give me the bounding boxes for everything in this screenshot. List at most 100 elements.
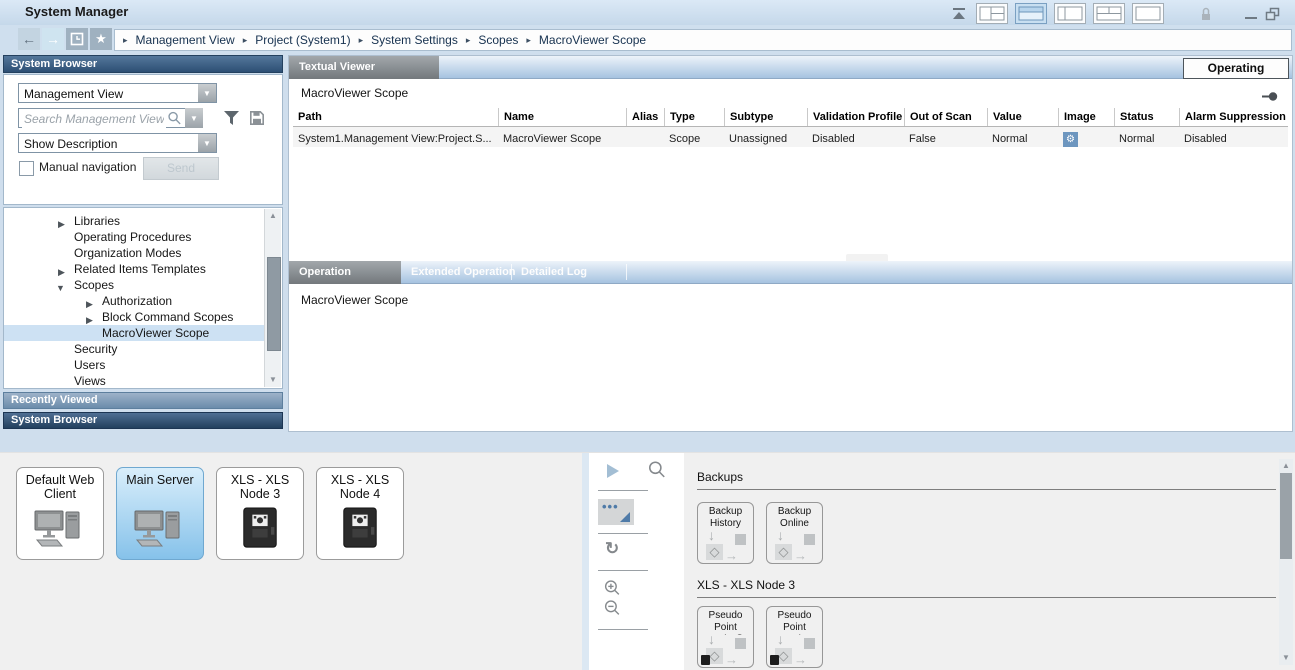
column-header[interactable]: Value [987,108,1058,126]
node-xls-node-4[interactable]: XLS - XLS Node 4 [316,467,404,560]
app-title: System Manager [25,4,128,19]
minimize-icon[interactable] [1244,8,1258,20]
column-header[interactable]: Alias [626,108,664,126]
scrollbar-thumb[interactable] [267,257,281,351]
restore-icon[interactable] [1265,7,1281,21]
column-header[interactable]: Type [664,108,724,126]
card-backup-online[interactable]: Backup Online ↓ ◇ → [766,502,823,564]
content-scrollbar[interactable]: ▲ ▼ [1279,459,1293,665]
chevron-down-icon[interactable]: ▼ [198,84,216,102]
table-row[interactable]: System1.Management View:Project.S... Mac… [293,127,1288,147]
tree-item-authorization[interactable]: ▶Authorization [4,293,264,309]
cell-path: System1.Management View:Project.S... [293,127,498,147]
breadcrumb-separator-icon: ▸ [243,35,248,46]
card-backup-history[interactable]: Backup History ↓ ◇ → [697,502,754,564]
cell-value: Normal [987,127,1058,147]
node-main-server[interactable]: Main Server [116,467,204,560]
tree-item-scopes[interactable]: ▼Scopes [4,277,264,293]
workspace-panel: Textual Viewer Operating MacroViewer Sco… [288,55,1293,432]
search-icon[interactable] [647,460,667,485]
tree-scrollbar[interactable]: ▲ ▼ [264,209,281,387]
refresh-icon[interactable]: ↻ [605,539,619,559]
scroll-up-icon[interactable]: ▲ [265,209,281,223]
tree-item-organization-modes[interactable]: Organization Modes [4,245,264,261]
tree-item-operating-procedures[interactable]: Operating Procedures [4,229,264,245]
node-default-web-client[interactable]: Default Web Client [16,467,104,560]
tab-detailed-log[interactable]: Detailed Log [521,261,587,284]
tree-item-libraries[interactable]: ▶Libraries [4,213,264,229]
layout-top-bottom-icon[interactable] [1093,3,1125,24]
tree-item-related-items-templates[interactable]: ▶Related Items Templates [4,261,264,277]
search-input[interactable] [22,110,166,128]
tree-item-users[interactable]: Users [4,357,264,373]
layout-horizontal-split-icon[interactable] [1015,3,1047,24]
column-header[interactable]: Path [293,108,498,126]
macro-toolbar: ••• ↻ [589,453,684,670]
tab-extended-operation[interactable]: Extended Operation [411,261,516,284]
tab-operation[interactable]: Operation [289,261,401,284]
macro-view-button-selected[interactable]: ••• [598,499,634,525]
back-button[interactable]: ← [18,28,40,50]
system-browser-accordion[interactable]: System Browser [3,412,283,429]
scrollbar-thumb[interactable] [1280,473,1292,559]
transfer-icon: ↓ ◇ → [704,532,750,560]
table-header-row: Path Name Alias Type Subtype Validation … [293,108,1288,127]
breadcrumb-item[interactable]: Management View [136,33,235,47]
chevron-down-icon[interactable]: ▼ [198,134,216,152]
display-mode-dropdown[interactable]: Show Description ▼ [18,133,217,153]
scroll-down-icon[interactable]: ▼ [1279,651,1293,665]
section-title-xls-node-3: XLS - XLS Node 3 [697,578,795,592]
tab-divider [511,264,512,280]
tree-item-views[interactable]: Views [4,373,264,389]
breadcrumb-separator-icon: ▸ [526,35,531,46]
favorites-star-icon[interactable]: ★ [90,28,112,50]
layout-left-pane-icon[interactable] [1054,3,1086,24]
cell-name: MacroViewer Scope [498,127,626,147]
breadcrumb-item[interactable]: MacroViewer Scope [539,33,646,47]
recently-viewed-accordion[interactable]: Recently Viewed [3,392,283,409]
column-header[interactable]: Name [498,108,626,126]
card-pseudo-point-security[interactable]: Pseudo Point Security@... ↓ ◇ → [697,606,754,668]
manual-navigation-checkbox[interactable] [19,161,34,176]
column-header[interactable]: Alarm Suppression [1179,108,1288,126]
column-header[interactable]: Status [1114,108,1179,126]
search-icon[interactable] [167,111,182,131]
node-xls-node-3[interactable]: XLS - XLS Node 3 [216,467,304,560]
cell-alarm-suppression: Disabled [1179,127,1288,147]
forward-button[interactable]: → [42,28,64,50]
workstation-icon [133,509,187,554]
send-button[interactable]: Send [143,157,219,180]
history-icon[interactable] [66,28,88,50]
macro-content-area: Backups Backup History ↓ ◇ → Backup Onli… [684,453,1295,670]
play-icon[interactable] [607,464,619,478]
zoom-out-icon[interactable] [603,599,622,623]
system-browser-header[interactable]: System Browser [3,55,283,73]
system-nodes-area: Default Web Client Main Server XLS - XLS… [0,453,582,670]
column-header[interactable]: Out of Scan [904,108,987,126]
tab-textual-viewer[interactable]: Textual Viewer [289,56,439,79]
column-header[interactable]: Validation Profile [807,108,904,126]
save-search-icon[interactable] [249,110,265,131]
gears-icon[interactable]: ⚙ [1063,132,1078,147]
tree-item-macroviewer-scope[interactable]: MacroViewer Scope [4,325,264,341]
tree-item-security[interactable]: Security [4,341,264,357]
breadcrumb-item[interactable]: System Settings [371,33,458,47]
layout-quad-icon[interactable] [976,3,1008,24]
scroll-up-icon[interactable]: ▲ [1279,459,1293,473]
system-browser-controls: Management View ▼ ▼ Show Description ▼ [3,74,283,205]
breadcrumb-item[interactable]: Project (System1) [255,33,350,47]
column-header[interactable]: Subtype [724,108,807,126]
card-pseudo-point-supervisor[interactable]: Pseudo Point Supervisor... ↓ ◇ → [766,606,823,668]
section-divider [697,597,1276,598]
breadcrumb-item[interactable]: Scopes [478,33,518,47]
view-selector-dropdown[interactable]: Management View ▼ [18,83,217,103]
tree-item-block-command-scopes[interactable]: ▶Block Command Scopes [4,309,264,325]
pin-icon[interactable] [1262,89,1278,107]
collapse-top-icon[interactable] [949,7,969,21]
scroll-down-icon[interactable]: ▼ [265,373,281,387]
operating-mode-button[interactable]: Operating [1183,58,1289,79]
filter-funnel-icon[interactable] [223,110,240,131]
column-header[interactable]: Image [1058,108,1114,126]
search-options-dropdown[interactable]: ▼ [185,108,203,128]
layout-single-icon[interactable] [1132,3,1164,24]
